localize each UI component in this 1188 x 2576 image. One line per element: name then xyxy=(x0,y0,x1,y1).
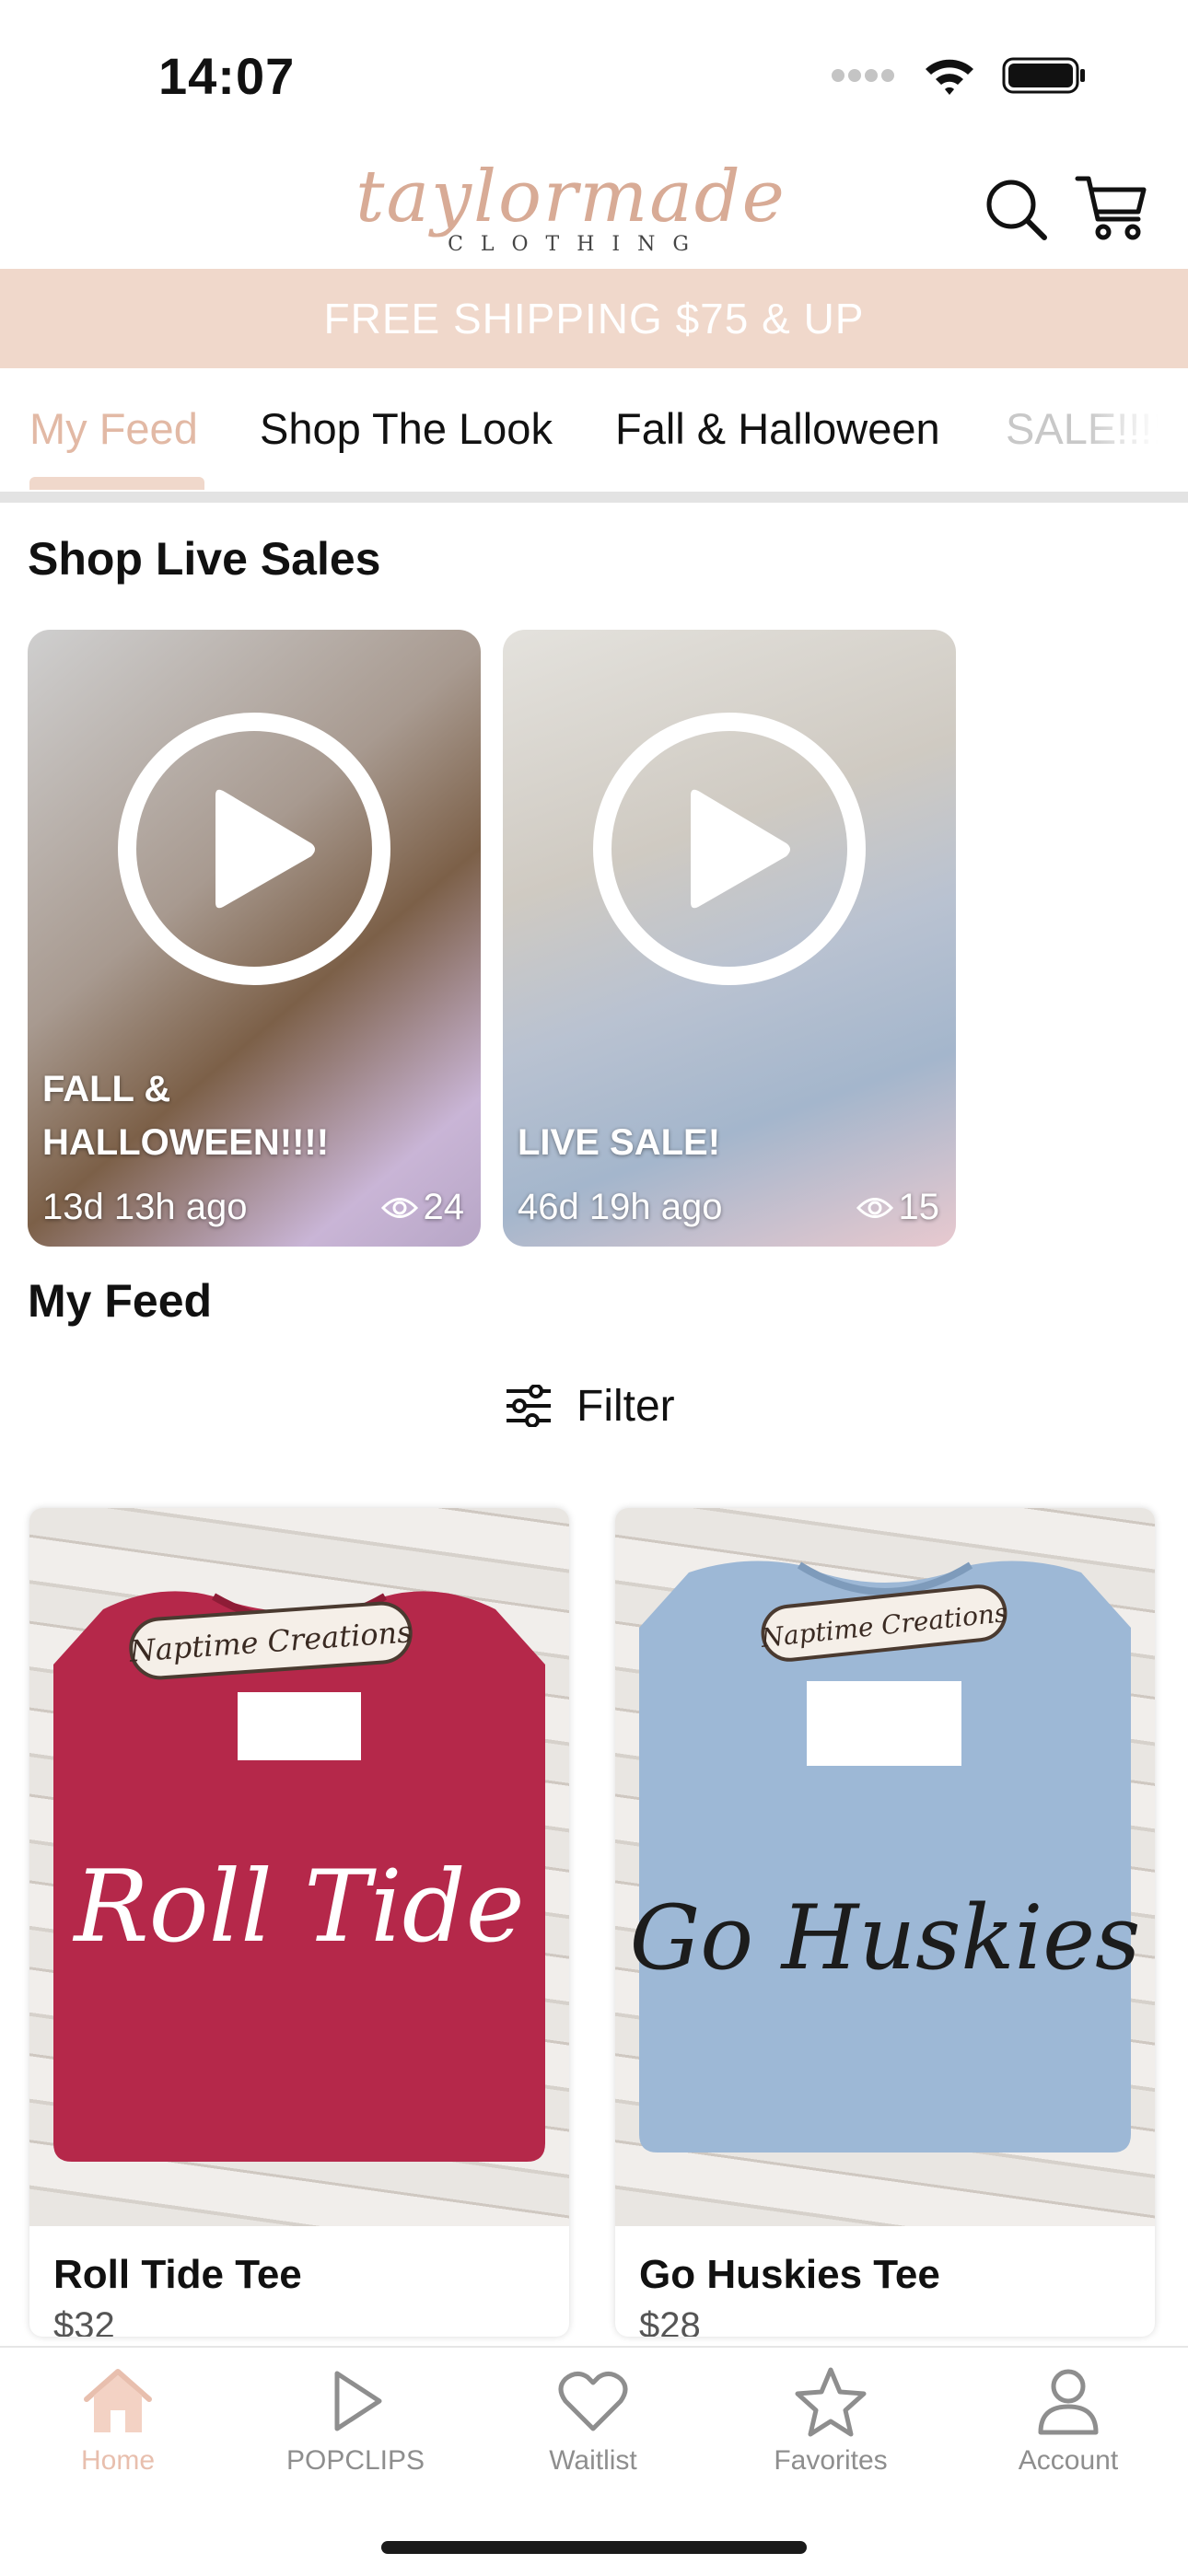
views-count: 15 xyxy=(898,1187,940,1227)
nav-popclips[interactable]: POPCLIPS xyxy=(263,2364,448,2477)
home-indicator xyxy=(381,2541,807,2554)
brand-tag xyxy=(807,1681,961,1766)
wifi-icon xyxy=(926,59,973,95)
search-icon[interactable] xyxy=(984,177,1048,241)
live-sale-time: 13d 13h ago xyxy=(42,1187,248,1227)
nav-favorites[interactable]: Favorites xyxy=(739,2364,923,2477)
filter-icon xyxy=(507,1385,551,1427)
nav-label: POPCLIPS xyxy=(285,2445,425,2476)
live-sale-title: LIVE SALE! xyxy=(518,1122,721,1163)
nav-home[interactable]: Home xyxy=(26,2364,210,2477)
shirt-illustration: Naptime Creations Roll Tide xyxy=(53,1591,545,2162)
shirt-illustration: Naptime Creations Go Huskies xyxy=(630,1561,1141,2152)
product-name[interactable]: Go Huskies Tee xyxy=(639,2252,940,2298)
nav-label: Waitlist xyxy=(549,2445,637,2476)
battery-icon xyxy=(1002,57,1085,94)
play-icon xyxy=(334,2371,382,2431)
brand-tag xyxy=(238,1692,361,1760)
person-icon xyxy=(1038,2369,1099,2435)
live-sale-time: 46d 19h ago xyxy=(518,1187,723,1227)
play-icon[interactable] xyxy=(591,711,868,987)
home-icon xyxy=(84,2369,152,2432)
logo[interactable]: taylormade C L O T H I N G xyxy=(285,157,856,258)
shirt-print: Go Huskies xyxy=(630,1886,1141,1990)
product-name[interactable]: Roll Tide Tee xyxy=(53,2252,302,2298)
nav-account[interactable]: Account xyxy=(976,2364,1160,2477)
nav-waitlist[interactable]: Waitlist xyxy=(501,2364,685,2477)
nav-label: Home xyxy=(80,2445,156,2476)
views-count: 24 xyxy=(423,1187,465,1227)
tab-my-feed[interactable]: My Feed xyxy=(29,403,198,454)
shirt-print: Roll Tide xyxy=(72,1850,524,1965)
product-card[interactable]: Naptime Creations Roll Tide Roll Tide Te… xyxy=(29,1508,569,2337)
eye-icon xyxy=(856,1197,893,1218)
play-icon[interactable] xyxy=(116,711,392,987)
tab-shop-the-look[interactable]: Shop The Look xyxy=(260,403,553,454)
live-sale-title: FALL & HALLOWEEN!!!! xyxy=(42,1069,330,1163)
star-icon xyxy=(795,2367,867,2437)
eye-icon xyxy=(380,1197,418,1218)
product-image[interactable]: Naptime Creations Go Huskies xyxy=(615,1508,1155,2226)
filter-button[interactable]: Filter xyxy=(505,1374,675,1438)
status-time: 14:07 xyxy=(158,47,296,105)
free-shipping-banner: FREE SHIPPING $75 & UP xyxy=(0,269,1188,368)
logo-sub: C L O T H I N G xyxy=(448,233,694,256)
tabs-divider xyxy=(0,492,1188,503)
live-sale-views: 15 xyxy=(856,1187,940,1228)
product-price: $32 xyxy=(53,2305,115,2337)
signal-icon xyxy=(832,69,894,82)
live-sale-views: 24 xyxy=(380,1187,465,1228)
product-price: $28 xyxy=(639,2305,701,2337)
live-sales-title: Shop Live Sales xyxy=(28,533,381,585)
live-sale-card[interactable]: FALL & HALLOWEEN!!!! 13d 13h ago 24 xyxy=(28,630,481,1247)
active-tab-indicator xyxy=(29,477,204,490)
logo-script: taylormade xyxy=(355,157,786,238)
filter-label: Filter xyxy=(577,1381,675,1431)
cart-icon[interactable] xyxy=(1074,171,1147,245)
nav-label: Favorites xyxy=(774,2445,888,2476)
status-icons xyxy=(831,55,1087,96)
nav-label: Account xyxy=(1018,2445,1119,2476)
live-sale-card[interactable]: LIVE SALE! 46d 19h ago 15 xyxy=(503,630,956,1247)
product-card[interactable]: Naptime Creations Go Huskies Go Huskies … xyxy=(615,1508,1155,2337)
category-tabs: My Feed Shop The Look Fall & Halloween S… xyxy=(0,368,1188,505)
heart-icon xyxy=(558,2372,628,2431)
feed-title: My Feed xyxy=(28,1275,213,1327)
tab-fall-halloween[interactable]: Fall & Halloween xyxy=(615,403,940,454)
tabs-fade xyxy=(1087,368,1188,505)
product-image[interactable]: Naptime Creations Roll Tide xyxy=(29,1508,569,2226)
